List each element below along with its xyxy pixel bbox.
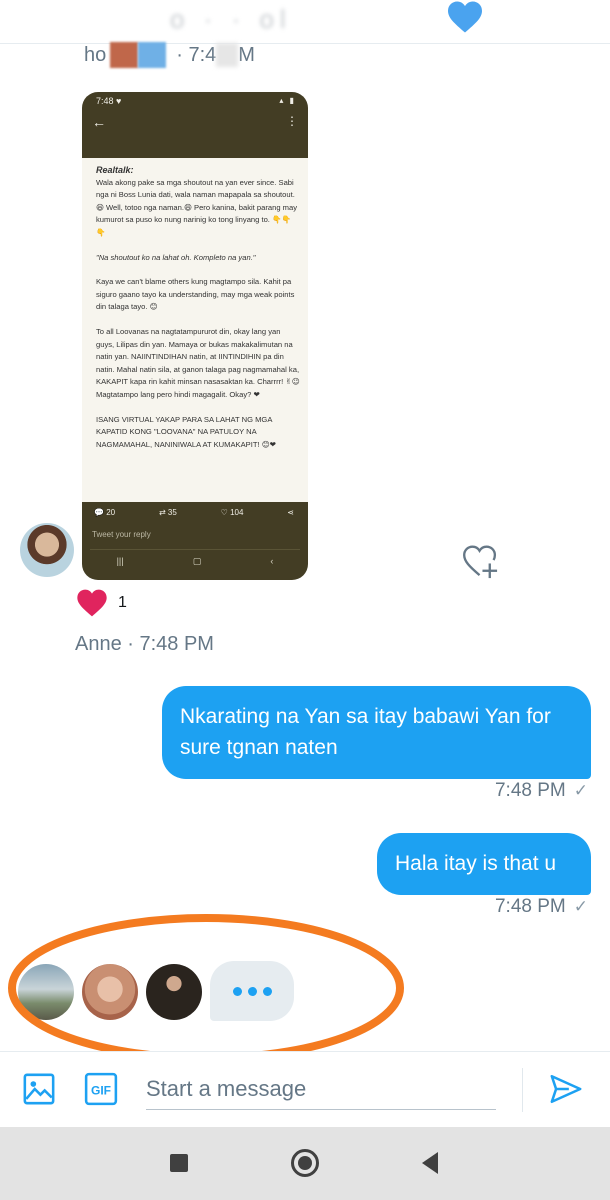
heart-icon [448, 1, 482, 33]
recents-icon: ||| [116, 556, 124, 566]
tweet-paragraph: To all Loovanas na nagtatampururot din, … [96, 326, 300, 399]
shared-status-icons: ▴ ▮ [279, 96, 296, 105]
avatar[interactable] [20, 523, 74, 577]
tweet-quote: "Na shoutout ko na lahat oh. Kompleto na… [96, 252, 256, 262]
message-reaction[interactable]: 1 [76, 588, 127, 618]
message-meta: Anne · 7:48 PM [75, 633, 214, 655]
message-timestamp: 7:48 PM ✓ [494, 780, 588, 801]
gif-label: GIF [91, 1084, 111, 1098]
home-icon: ▢ [192, 556, 202, 566]
conversation-header: o · · ol [0, 0, 610, 44]
shared-image[interactable]: 7:48 ♥ ▴ ▮ ← ⋮ Realtalk: Wala akong pake… [82, 92, 308, 580]
shared-android-nav: ||| ▢ ‹ [82, 556, 308, 567]
gif-icon[interactable]: GIF [84, 1072, 118, 1106]
tweet-paragraph: Wala akong pake sa mga shoutout na yan e… [96, 177, 298, 237]
shared-image-bottombar: 💬 20 ⇄ 35 ♡ 104 ⋖ Tweet your reply ||| ▢… [82, 502, 308, 580]
sent-message-bubble[interactable]: Nkarating na Yan sa itay babawi Yan for … [162, 686, 591, 779]
redacted-block [216, 43, 239, 67]
message-composer: GIF [0, 1051, 610, 1127]
time-partial: · 7:4 [176, 43, 217, 66]
sender-name-partial: ho [84, 43, 107, 66]
back-arrow-icon: ← [92, 114, 106, 130]
shared-status-time: 7:48 ♥ [96, 96, 122, 106]
annotation-ellipse [8, 914, 404, 1062]
home-button[interactable] [291, 1149, 319, 1177]
send-icon[interactable] [548, 1072, 584, 1106]
composer-divider [522, 1068, 523, 1112]
tweet-heading: Realtalk: [96, 165, 134, 175]
tweet-actions: 💬 20 ⇄ 35 ♡ 104 ⋖ [94, 508, 294, 517]
like-count: ♡ 104 [220, 508, 244, 517]
system-nav-bar [0, 1127, 610, 1200]
recents-button[interactable] [170, 1154, 188, 1172]
back-icon: ‹ [270, 556, 274, 566]
shared-tweet-text: Realtalk: Wala akong pake sa mga shoutou… [96, 164, 300, 463]
redacted-block [138, 42, 167, 68]
redacted-block [110, 42, 139, 68]
tweet-paragraph: ISANG VIRTUAL YAKAP PARA SA LAHAT NG MGA… [96, 414, 276, 449]
sent-check-icon: ✓ [573, 781, 588, 800]
image-icon[interactable] [22, 1072, 56, 1106]
heart-filled-icon [77, 589, 107, 617]
shared-image-topbar: 7:48 ♥ ▴ ▮ ← ⋮ [82, 92, 308, 158]
sent-check-icon: ✓ [573, 897, 588, 916]
add-reaction-icon[interactable] [462, 544, 500, 580]
retweet-count: ⇄ 35 [158, 508, 177, 517]
tweet-paragraph: Kaya we can't blame others kung magtampo… [96, 277, 295, 312]
reaction-count: 1 [118, 594, 127, 611]
time-suffix: M [238, 43, 255, 66]
back-button[interactable] [420, 1150, 440, 1176]
reply-count: 💬 20 [94, 508, 116, 517]
tweet-reply-field: Tweet your reply [90, 530, 300, 550]
sent-message-bubble[interactable]: Hala itay is that u [377, 833, 591, 895]
message-timestamp: 7:48 PM ✓ [494, 896, 588, 917]
more-vertical-icon: ⋮ [286, 114, 298, 128]
message-input[interactable] [146, 1066, 496, 1110]
share-icon: ⋖ [287, 508, 294, 517]
conversation-title[interactable]: o · · ol [170, 4, 440, 34]
previous-message-meta: ho · 7:4 M [84, 40, 255, 70]
